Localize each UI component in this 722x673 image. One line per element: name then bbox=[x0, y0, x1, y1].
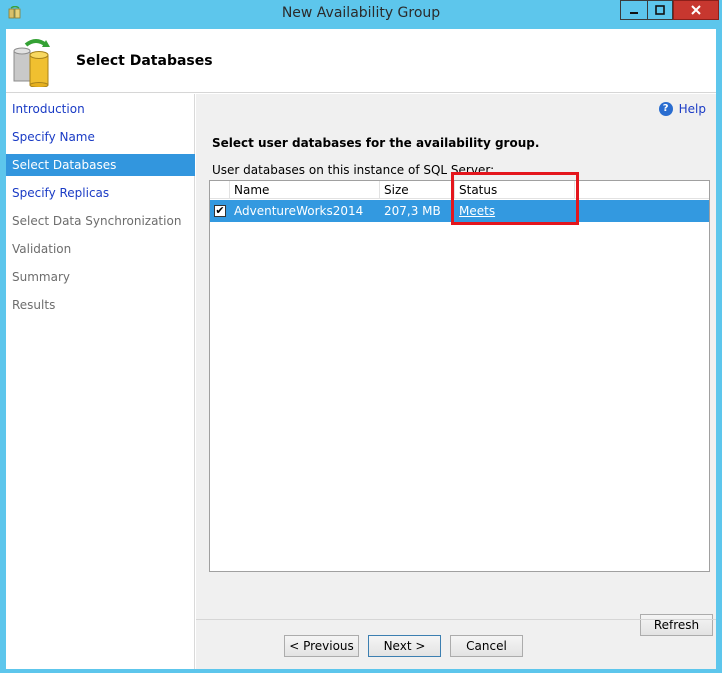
refresh-button[interactable]: Refresh bbox=[640, 614, 713, 636]
help-icon: ? bbox=[658, 102, 673, 116]
databases-grid[interactable]: Name Size Status ✔ AdventureWorks2014 20… bbox=[209, 172, 710, 572]
footer-divider bbox=[196, 619, 716, 620]
highlight-box bbox=[451, 172, 579, 225]
close-button[interactable] bbox=[673, 0, 719, 20]
nav-item-select-data-synchronization: Select Data Synchronization bbox=[12, 214, 182, 228]
window-title: New Availability Group bbox=[281, 5, 441, 21]
minimize-button[interactable] bbox=[620, 0, 647, 20]
cancel-button[interactable]: Cancel bbox=[450, 635, 523, 657]
dialog-client: Select Databases Introduction Specify Na… bbox=[6, 29, 716, 669]
nav-item-specify-name[interactable]: Specify Name bbox=[6, 126, 195, 148]
title-bar: New Availability Group bbox=[0, 0, 722, 28]
maximize-button[interactable] bbox=[647, 0, 673, 20]
nav-item-summary: Summary bbox=[12, 270, 70, 284]
help-link[interactable]: ? Help bbox=[658, 102, 706, 116]
header-size[interactable]: Size bbox=[380, 181, 455, 199]
database-sync-icon bbox=[13, 39, 50, 87]
minimize-icon bbox=[630, 12, 638, 14]
dialog-window: New Availability Group Select Databases bbox=[0, 0, 722, 673]
previous-button[interactable]: < Previous bbox=[284, 635, 359, 657]
nav-item-select-databases[interactable]: Select Databases bbox=[6, 154, 195, 176]
row-size: 207,3 MB bbox=[384, 204, 441, 218]
page-header: Select Databases bbox=[6, 29, 716, 93]
row-name: AdventureWorks2014 bbox=[234, 204, 364, 218]
main-panel: ? Help Select user databases for the ava… bbox=[196, 94, 716, 669]
wizard-nav: Introduction Specify Name Select Databas… bbox=[6, 94, 195, 669]
header-checkbox-column bbox=[210, 181, 230, 199]
nav-item-results: Results bbox=[12, 298, 56, 312]
nav-item-introduction[interactable]: Introduction bbox=[6, 98, 195, 120]
nav-item-validation: Validation bbox=[12, 242, 72, 256]
page-title: Select Databases bbox=[76, 53, 213, 69]
next-button[interactable]: Next > bbox=[368, 635, 441, 657]
close-icon bbox=[691, 5, 701, 15]
nav-item-specify-replicas[interactable]: Specify Replicas bbox=[6, 182, 195, 204]
section-title: Select user databases for the availabili… bbox=[212, 136, 540, 150]
help-label: Help bbox=[678, 102, 706, 116]
maximize-icon bbox=[655, 5, 665, 15]
header-name[interactable]: Name bbox=[230, 181, 380, 199]
row-checkbox[interactable]: ✔ bbox=[214, 205, 226, 217]
